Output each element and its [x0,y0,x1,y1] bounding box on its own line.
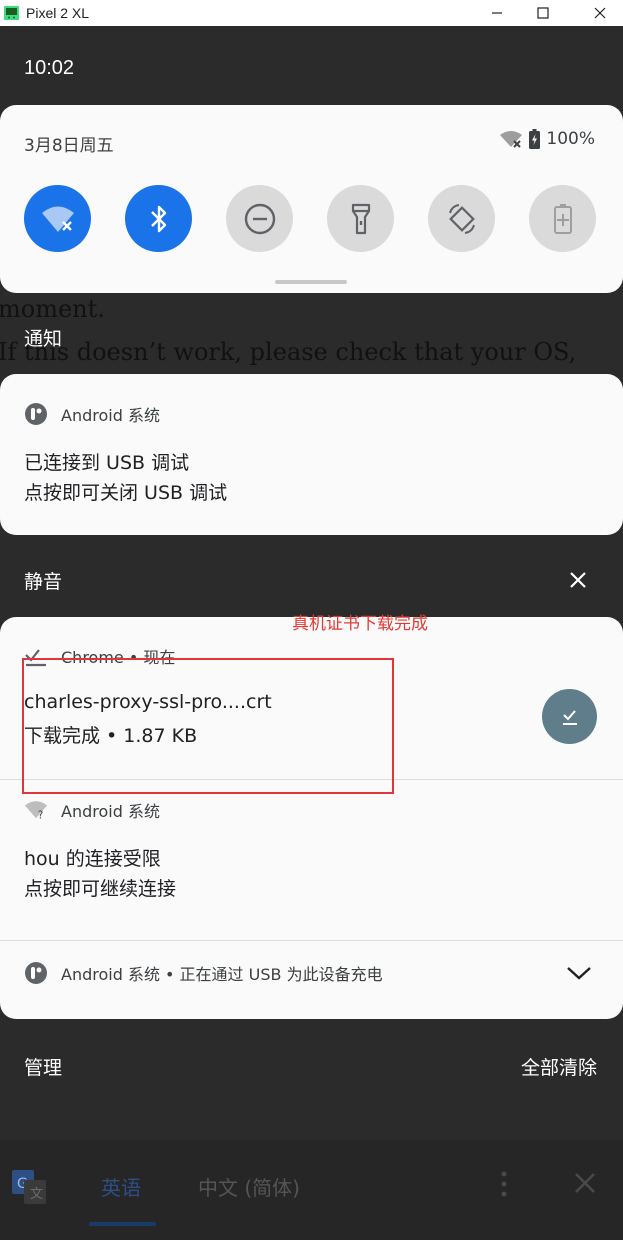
expand-button[interactable] [566,963,592,983]
qs-tiles [24,185,596,252]
close-icon [594,7,606,19]
translate-menu-button[interactable] [499,1170,509,1198]
device-screen: 10:02 moment. If this doesn’t work, plea… [0,26,623,1240]
charging-notification[interactable]: Android 系统 • 正在通过 USB 为此设备充电 [0,941,623,1019]
usb-debug-notification[interactable]: Android 系统 已连接到 USB 调试 点按即可关闭 USB 调试 [0,374,623,535]
annotation-label: 真机证书下载完成 [292,614,428,634]
notification-header: Android 系统 • 正在通过 USB 为此设备充电 [24,961,383,985]
svg-text:文: 文 [30,1187,43,1202]
silent-section-label: 静音 [24,571,63,593]
window-title: Pixel 2 XL [26,5,90,21]
do-not-disturb-tile[interactable] [226,185,293,252]
svg-text:?: ? [38,810,43,821]
notification-title: hou 的连接受限 [24,848,161,870]
notification-app-name: Android 系统 [61,802,160,821]
maximize-icon [537,7,549,19]
android-emulator-icon [4,6,19,20]
notifications-section-label: 通知 [24,328,63,350]
google-translate-icon: G 文 [12,1170,46,1204]
background-line: moment. [0,295,105,323]
battery-percent: 100% [546,129,595,149]
qs-drag-handle[interactable] [275,280,347,284]
flashlight-tile[interactable] [327,185,394,252]
open-download-button[interactable] [542,689,597,744]
notification-text: 点按即可继续连接 [24,878,177,900]
dismiss-silent-button[interactable] [567,569,589,591]
more-vert-icon [501,1171,507,1197]
android-system-icon [24,961,48,985]
translate-bar: G 文 英语 中文 (简体) [0,1140,623,1240]
wifi-question-icon: ? [24,798,48,822]
quick-settings-panel: 3月8日周五 100% [0,105,623,293]
close-icon [570,572,586,588]
bluetooth-tile[interactable] [125,185,192,252]
close-button[interactable] [577,0,623,26]
notification-app-name: Android 系统 [61,406,160,425]
battery-saver-icon [553,203,572,234]
auto-rotate-icon [448,203,475,234]
qs-date: 3月8日周五 [24,136,114,156]
background-page-text: moment. If this doesn’t work, please che… [0,288,576,374]
wifi-icon [41,206,74,232]
annotation-box [22,658,394,794]
translate-close-button[interactable] [574,1172,596,1194]
language-tab-chinese[interactable]: 中文 (简体) [198,1172,300,1201]
status-time: 10:02 [24,57,75,79]
bluetooth-icon [150,205,166,232]
minimize-icon [492,12,502,14]
notification-header: ? Android 系统 [24,798,160,822]
chevron-down-icon [567,967,591,980]
notification-app-name: Android 系统 • 正在通过 USB 为此设备充电 [61,965,383,984]
language-tab-english[interactable]: 英语 [101,1172,141,1201]
wifi-off-icon [500,131,523,148]
notification-header: Android 系统 [24,402,160,426]
battery-saver-tile[interactable] [529,185,596,252]
auto-rotate-tile[interactable] [428,185,495,252]
notification-text: 点按即可关闭 USB 调试 [24,482,228,504]
close-icon [575,1173,595,1193]
window-titlebar: Pixel 2 XL [0,0,623,26]
selected-tab-indicator [89,1222,156,1226]
battery-charging-icon [529,129,541,149]
wifi-tile[interactable] [24,185,91,252]
wifi-limited-notification[interactable]: ? Android 系统 hou 的连接受限 点按即可继续连接 [0,780,623,940]
do-not-disturb-icon [244,203,275,234]
android-system-icon [24,402,48,426]
notification-title: 已连接到 USB 调试 [24,452,190,474]
background-line: If this doesn’t work, please check that … [0,338,577,366]
flashlight-icon [351,203,370,234]
maximize-button[interactable] [520,0,566,26]
manage-button[interactable]: 管理 [24,1053,62,1080]
download-done-icon [562,709,577,725]
clear-all-button[interactable]: 全部清除 [521,1053,597,1080]
qs-status: 100% [499,129,595,149]
minimize-button[interactable] [474,0,520,26]
